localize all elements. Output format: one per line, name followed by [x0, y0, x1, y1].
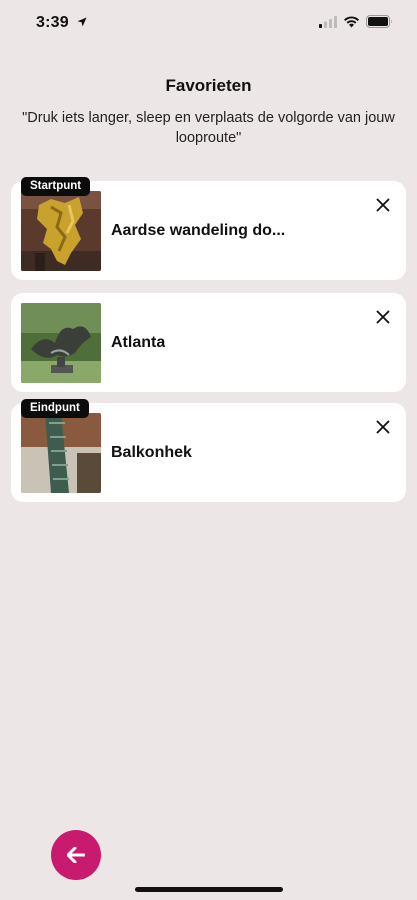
favorite-label: Atlanta: [111, 334, 166, 351]
close-icon[interactable]: [376, 198, 390, 212]
cellular-signal-icon: [319, 16, 337, 28]
favorite-card[interactable]: Atlanta: [11, 293, 406, 392]
status-time: 3:39: [36, 14, 69, 31]
favorite-label: Balkonhek: [111, 444, 192, 461]
favorite-label: Aardse wandeling do...: [111, 222, 286, 239]
status-bar: 3:39: [0, 0, 417, 46]
favorite-thumbnail: [21, 303, 101, 383]
arrow-left-icon: [67, 847, 85, 863]
favorite-card[interactable]: Startpunt Aardse wandeling do...: [11, 177, 406, 280]
end-badge: Eindpunt: [21, 399, 89, 418]
back-button[interactable]: [51, 830, 101, 880]
battery-icon: [366, 15, 392, 28]
close-icon[interactable]: [376, 310, 390, 324]
page-title: Favorieten: [165, 76, 252, 95]
favorites-screen: 3:39 Favorieten "Druk iets langer, sleep…: [0, 0, 417, 900]
page-subtitle: "Druk iets langer, sleep en verplaats de…: [22, 110, 395, 146]
favorite-thumbnail: [21, 191, 101, 271]
start-badge: Startpunt: [21, 177, 91, 196]
location-arrow-icon: [77, 17, 87, 27]
favorite-thumbnail: [21, 413, 101, 493]
favorite-card[interactable]: Eindpunt Balkonhek: [11, 399, 406, 502]
home-indicator: [135, 887, 283, 892]
close-icon[interactable]: [376, 420, 390, 434]
wifi-icon: [344, 16, 359, 28]
